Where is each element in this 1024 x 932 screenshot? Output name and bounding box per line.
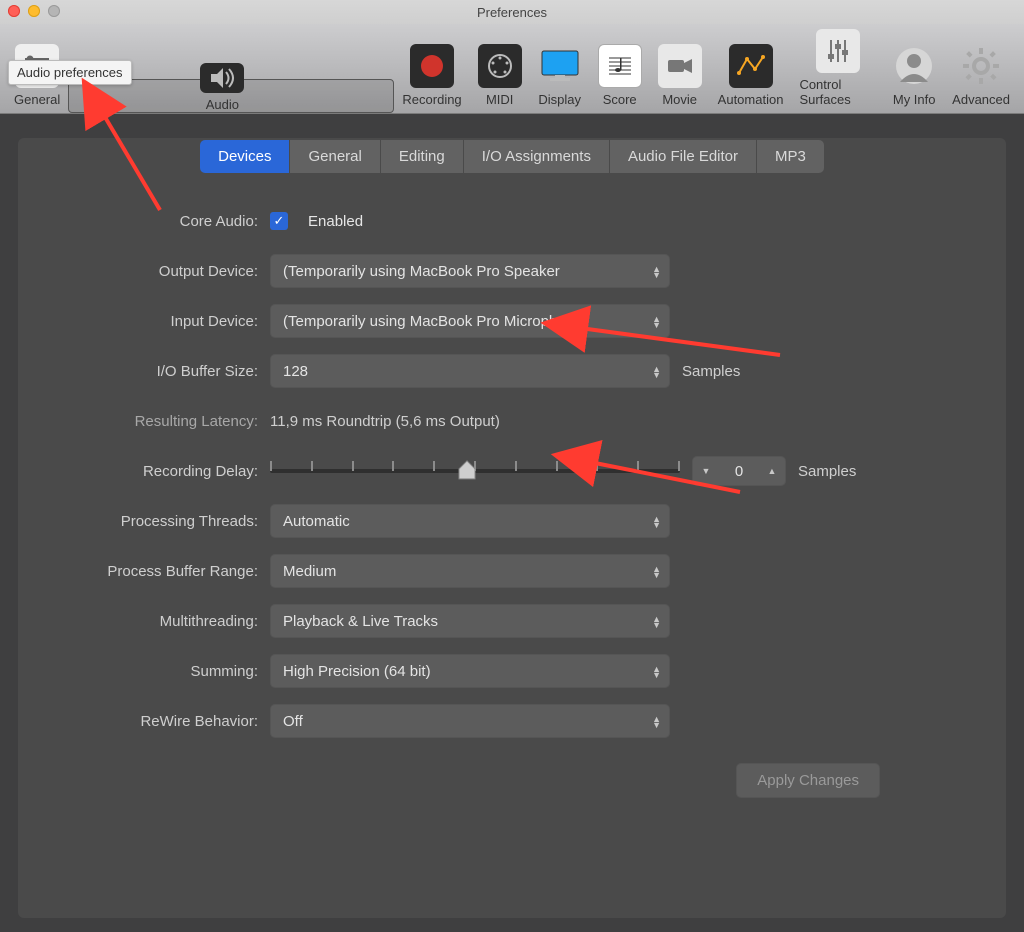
chevron-updown-icon: ▲▼ (652, 715, 661, 727)
input-device-select[interactable]: (Temporarily using MacBook Pro Microph ▲… (270, 304, 670, 338)
chevron-updown-icon: ▲▼ (652, 615, 661, 627)
toolbar-item-advanced[interactable]: Advanced (944, 28, 1018, 113)
recording-delay-value: 0 (719, 463, 759, 480)
apply-changes-button[interactable]: Apply Changes (736, 763, 880, 798)
score-icon (598, 44, 642, 88)
chevron-updown-icon: ▲▼ (652, 515, 661, 527)
chevron-updown-icon: ▲▼ (652, 365, 661, 377)
tab-editing[interactable]: Editing (381, 140, 464, 173)
toolbar-item-my-info[interactable]: My Info (884, 28, 944, 113)
core-audio-checkbox[interactable]: ✓ (270, 212, 288, 230)
titlebar: Preferences (0, 0, 1024, 24)
io-buffer-value: 128 (283, 363, 308, 380)
chevron-updown-icon: ▲▼ (652, 565, 661, 577)
tab-devices[interactable]: Devices (200, 140, 290, 173)
window-controls (8, 5, 60, 17)
midi-icon (478, 44, 522, 88)
mixer-icon (816, 29, 860, 73)
summing-label: Summing: (54, 663, 270, 680)
tab-io-assignments[interactable]: I/O Assignments (464, 140, 610, 173)
rewire-label: ReWire Behavior: (54, 713, 270, 730)
toolbar-label: Audio (206, 97, 239, 112)
audio-devices-panel: Devices General Editing I/O Assignments … (18, 138, 1006, 918)
processing-threads-label: Processing Threads: (54, 513, 270, 530)
toolbar-item-control-surfaces[interactable]: Control Surfaces (791, 28, 884, 113)
zoom-icon[interactable] (48, 5, 60, 17)
window-title: Preferences (0, 5, 1024, 20)
toolbar-label: My Info (893, 92, 936, 107)
multithreading-label: Multithreading: (54, 613, 270, 630)
speaker-icon (200, 63, 244, 93)
summing-select[interactable]: High Precision (64 bit) ▲▼ (270, 654, 670, 688)
toolbar-item-recording[interactable]: Recording (394, 28, 469, 113)
toolbar-item-movie[interactable]: Movie (650, 28, 710, 113)
chevron-updown-icon: ▲▼ (652, 265, 661, 277)
tab-general[interactable]: General (290, 140, 380, 173)
core-audio-label: Core Audio: (54, 213, 270, 230)
latency-label: Resulting Latency: (54, 413, 270, 430)
toolbar-label: General (14, 92, 60, 107)
preferences-toolbar: Audio preferences General Audio Recordin… (0, 24, 1024, 114)
processing-threads-select[interactable]: Automatic ▲▼ (270, 504, 670, 538)
input-device-value: (Temporarily using MacBook Pro Microph (283, 313, 557, 330)
tab-mp3[interactable]: MP3 (757, 140, 824, 173)
rewire-value: Off (283, 713, 303, 730)
toolbar-label: MIDI (486, 92, 513, 107)
toolbar-label: Advanced (952, 92, 1010, 107)
toolbar-label: Control Surfaces (799, 77, 876, 107)
toolbar-item-automation[interactable]: Automation (710, 28, 792, 113)
input-device-label: Input Device: (54, 313, 270, 330)
multithreading-value: Playback & Live Tracks (283, 613, 438, 630)
io-buffer-select[interactable]: 128 ▲▼ (270, 354, 670, 388)
camera-icon (658, 44, 702, 88)
output-device-select[interactable]: (Temporarily using MacBook Pro Speaker ▲… (270, 254, 670, 288)
automation-icon (729, 44, 773, 88)
rewire-select[interactable]: Off ▲▼ (270, 704, 670, 738)
process-buffer-range-label: Process Buffer Range: (54, 563, 270, 580)
recording-delay-suffix: Samples (798, 463, 856, 480)
chevron-updown-icon: ▲▼ (652, 665, 661, 677)
toolbar-item-display[interactable]: Display (530, 28, 590, 113)
toolbar-item-score[interactable]: Score (590, 28, 650, 113)
stepper-up-icon[interactable]: ▲ (759, 456, 785, 486)
toolbar-label: Automation (718, 92, 784, 107)
recording-delay-slider[interactable] (270, 461, 680, 481)
toolbar-label: Score (603, 92, 637, 107)
output-device-value: (Temporarily using MacBook Pro Speaker (283, 263, 560, 280)
record-icon (410, 44, 454, 88)
minimize-icon[interactable] (28, 5, 40, 17)
toolbar-label: Recording (402, 92, 461, 107)
gear-icon (959, 44, 1003, 88)
stepper-down-icon[interactable]: ▼ (693, 456, 719, 486)
close-icon[interactable] (8, 5, 20, 17)
output-device-label: Output Device: (54, 263, 270, 280)
toolbar-label: Movie (662, 92, 697, 107)
io-buffer-label: I/O Buffer Size: (54, 363, 270, 380)
core-audio-enabled-label: Enabled (308, 213, 363, 230)
process-buffer-range-value: Medium (283, 563, 336, 580)
summing-value: High Precision (64 bit) (283, 663, 431, 680)
process-buffer-range-select[interactable]: Medium ▲▼ (270, 554, 670, 588)
toolbar-item-midi[interactable]: MIDI (470, 28, 530, 113)
toolbar-label: Display (538, 92, 581, 107)
io-buffer-suffix: Samples (682, 363, 740, 380)
sub-tab-bar: Devices General Editing I/O Assignments … (18, 138, 1006, 173)
tab-audio-file-editor[interactable]: Audio File Editor (610, 140, 757, 173)
chevron-updown-icon: ▲▼ (652, 315, 661, 327)
recording-delay-label: Recording Delay: (54, 463, 270, 480)
processing-threads-value: Automatic (283, 513, 350, 530)
recording-delay-stepper[interactable]: ▼ 0 ▲ (692, 456, 786, 486)
display-icon (538, 44, 582, 88)
tooltip-audio-preferences: Audio preferences (8, 60, 132, 85)
slider-thumb-icon (458, 459, 476, 481)
multithreading-select[interactable]: Playback & Live Tracks ▲▼ (270, 604, 670, 638)
person-icon (892, 44, 936, 88)
latency-value: 11,9 ms Roundtrip (5,6 ms Output) (270, 413, 500, 430)
